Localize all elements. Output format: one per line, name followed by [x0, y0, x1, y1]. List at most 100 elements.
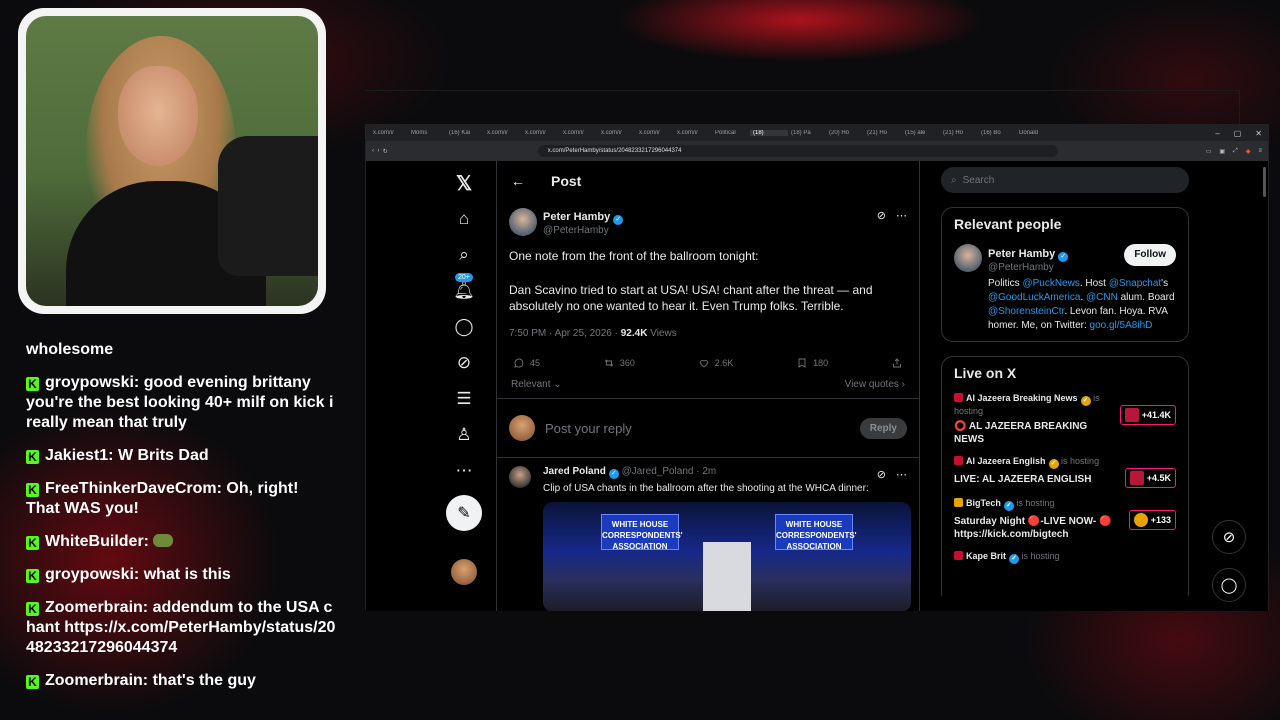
- grok-icon[interactable]: ⊘: [877, 468, 886, 481]
- more-icon[interactable]: ⋯: [452, 459, 476, 483]
- grok-icon[interactable]: ⊘: [877, 209, 886, 222]
- extension-icon[interactable]: ⤢: [1233, 148, 1238, 155]
- brave-shield-icon[interactable]: ◆: [1246, 148, 1251, 155]
- back-arrow-icon[interactable]: ←: [511, 173, 525, 189]
- search-icon[interactable]: ⌕: [452, 243, 476, 267]
- author-avatar[interactable]: [509, 207, 537, 236]
- browser-tab[interactable]: x.com/i/: [522, 130, 560, 136]
- search-input[interactable]: ⌕ Search: [941, 167, 1189, 193]
- browser-tab[interactable]: (21) Ho: [864, 130, 902, 136]
- reply-author-meta[interactable]: @Jared_Poland · 2m: [622, 466, 717, 477]
- maximize-icon[interactable]: ▢: [1234, 129, 1242, 138]
- browser-tab[interactable]: x.com/i/: [370, 130, 408, 136]
- reply-author-avatar[interactable]: [509, 466, 531, 488]
- extension-icons: ▭ ▣ ⤢ ◆ ≡: [1206, 148, 1268, 155]
- browser-tab[interactable]: Donald: [1016, 130, 1054, 136]
- browser-tab-active[interactable]: (18): [750, 130, 788, 136]
- live-item[interactable]: Kape Brit ✓ is hosting: [954, 551, 1176, 564]
- sort-row: Relevant ⌄ View quotes ›: [509, 379, 907, 390]
- reply-action[interactable]: 45: [513, 357, 540, 369]
- bio-link[interactable]: @GoodLuckAmerica: [988, 292, 1080, 303]
- more-options-icon[interactable]: ⋯: [896, 209, 907, 222]
- browser-tab[interactable]: x.com/i/: [484, 130, 522, 136]
- bookmark-action[interactable]: 180: [796, 357, 828, 369]
- tweet-text: One note from the front of the ballroom …: [509, 248, 907, 314]
- messages-float-icon[interactable]: ◯: [1212, 568, 1246, 602]
- live-item[interactable]: BigTech ✓ is hosting Saturday Night 🔴-LIV…: [954, 498, 1176, 541]
- browser-tab[interactable]: (16) Bo: [978, 130, 1016, 136]
- bio-link[interactable]: @CNN: [1086, 292, 1118, 303]
- browser-tab[interactable]: (20) Ho: [826, 130, 864, 136]
- browser-tab[interactable]: (21) Ho: [940, 130, 978, 136]
- bio-link[interactable]: @Snapchat: [1109, 278, 1161, 289]
- browser-tab[interactable]: x.com/i/: [560, 130, 598, 136]
- extension-icon[interactable]: ▭: [1206, 148, 1212, 155]
- home-icon[interactable]: ⌂: [452, 207, 476, 231]
- browser-tab[interactable]: x.com/i/: [636, 130, 674, 136]
- more-options-icon[interactable]: ⋯: [896, 468, 907, 481]
- messages-icon[interactable]: ◯: [452, 315, 476, 339]
- lists-icon[interactable]: ☰: [452, 387, 476, 411]
- live-item[interactable]: Al Jazeera English ✓ is hosting LIVE: AL …: [954, 456, 1176, 488]
- browser-tab[interactable]: (16) Kai: [446, 130, 484, 136]
- reply-icon: [514, 358, 524, 368]
- author-name[interactable]: Peter Hamby: [543, 211, 610, 223]
- grok-icon[interactable]: ⊘: [452, 351, 476, 375]
- reply-input[interactable]: Post your reply: [545, 421, 860, 436]
- forward-icon[interactable]: ›: [377, 148, 379, 154]
- verified-icon: ✓: [613, 215, 624, 225]
- kick-icon: K: [26, 536, 39, 550]
- menu-icon[interactable]: ≡: [1258, 148, 1262, 155]
- reply-button[interactable]: Reply: [859, 417, 907, 439]
- verified-icon: ✓: [1003, 501, 1014, 511]
- browser-tab[interactable]: (15) ale: [902, 130, 940, 136]
- share-action[interactable]: [891, 357, 903, 369]
- emote-icon: [153, 534, 174, 547]
- tweet-timestamp[interactable]: 7:50 PM · Apr 25, 2026 ·: [509, 328, 621, 339]
- extension-icon[interactable]: ▣: [1219, 148, 1225, 155]
- relevant-person-avatar[interactable]: [954, 244, 982, 272]
- browser-tab[interactable]: Political: [712, 130, 750, 136]
- whca-sign: WHITE HOUSE CORRESPONDENTS' ASSOCIATION: [775, 514, 857, 551]
- browser-tab[interactable]: x.com/i/: [674, 130, 712, 136]
- bio-link[interactable]: goo.gl/5A8ihD: [1090, 320, 1153, 331]
- profile-icon[interactable]: ♙: [452, 423, 476, 447]
- like-action[interactable]: 2.6K: [698, 357, 733, 369]
- grok-float-icon[interactable]: ⊘: [1212, 520, 1246, 554]
- repost-icon: [604, 359, 614, 367]
- bookmark-icon: [798, 358, 806, 368]
- x-logo-icon[interactable]: 𝕏: [452, 171, 476, 195]
- follow-button[interactable]: Follow: [1124, 244, 1176, 266]
- chat-message: K Zoomerbrain: that's the guy: [26, 671, 336, 691]
- relevant-person-name[interactable]: Peter Hamby: [988, 248, 1055, 260]
- close-icon[interactable]: ✕: [1255, 129, 1262, 138]
- search-icon: ⌕: [951, 174, 957, 186]
- live-item[interactable]: Al Jazeera Breaking News ✓ is hosting ⭕ A…: [954, 393, 1176, 446]
- views-label: Views: [647, 328, 677, 339]
- minimize-icon[interactable]: –: [1215, 129, 1219, 138]
- scrollbar[interactable]: [1263, 167, 1266, 197]
- back-icon[interactable]: ‹: [372, 148, 374, 154]
- notifications-icon[interactable]: 🔔︎ 20+: [452, 273, 476, 303]
- browser-tab[interactable]: Moms: [408, 130, 446, 136]
- relevant-person-handle[interactable]: @PeterHamby: [988, 262, 1124, 273]
- url-field[interactable]: x.com/PeterHamby/status/2048233217296044…: [537, 145, 1058, 157]
- bio-link[interactable]: @PuckNews: [1022, 278, 1079, 289]
- account-avatar[interactable]: [451, 559, 477, 585]
- repost-action[interactable]: 360: [603, 357, 635, 369]
- x-sidebar: 𝕏 ⌂ ⌕ 🔔︎ 20+ ◯ ⊘ ☰ ♙ ⋯ ✎: [444, 171, 484, 585]
- sort-dropdown[interactable]: Relevant ⌄: [511, 379, 562, 390]
- verified-icon: ✓: [608, 469, 619, 479]
- reply-author-name[interactable]: Jared Poland: [543, 466, 606, 477]
- reload-icon[interactable]: ↻: [383, 148, 388, 155]
- chevron-down-icon: ⌄: [553, 379, 562, 390]
- compose-post-button[interactable]: ✎: [446, 495, 482, 531]
- author-handle[interactable]: @PeterHamby: [543, 225, 623, 236]
- browser-tab[interactable]: x.com/i/: [598, 130, 636, 136]
- browser-tab[interactable]: (18) Pa: [788, 130, 826, 136]
- live-thumbnail: [1133, 513, 1148, 527]
- view-quotes-label: View quotes: [844, 379, 899, 390]
- view-quotes-link[interactable]: View quotes ›: [845, 379, 905, 390]
- bio-link[interactable]: @ShorensteinCtr: [988, 306, 1064, 317]
- tweet-video-thumbnail[interactable]: WHITE HOUSE CORRESPONDENTS' ASSOCIATION …: [543, 502, 911, 611]
